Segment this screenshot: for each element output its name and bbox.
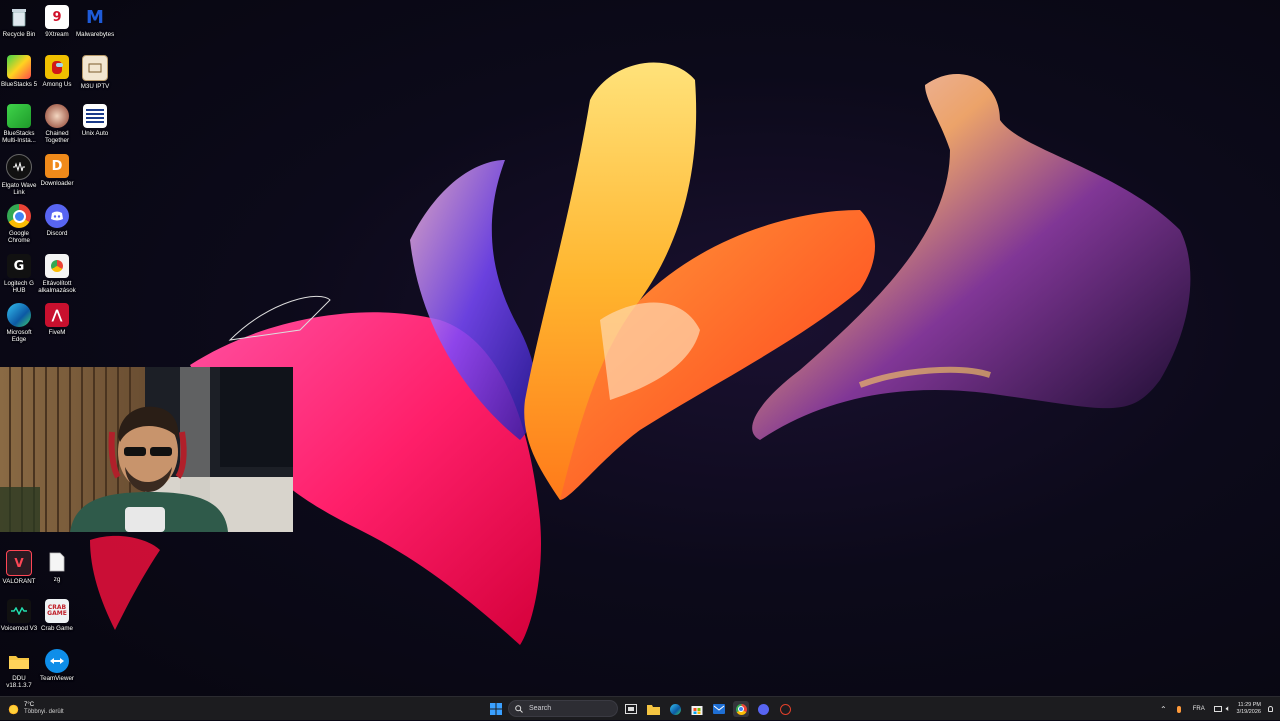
search-icon [515, 704, 523, 713]
desktop-icon-edge[interactable]: Microsoft Edge [0, 303, 38, 343]
elgato-wave-icon [6, 154, 32, 180]
desktop-icon-unix-auto[interactable]: Unix Auto [76, 104, 114, 137]
store-button[interactable] [689, 701, 705, 717]
chrome-taskbar-button[interactable] [733, 701, 749, 717]
among-us-icon [45, 55, 69, 79]
desktop-icon-chrome[interactable]: Google Chrome [0, 204, 38, 244]
fivem-icon: ⋀ [45, 303, 69, 327]
desktop-icon-crab-game[interactable]: CRAB GAME Crab Game [38, 599, 76, 632]
desktop-icon-removed-apps[interactable]: Eltávolított alkalmazások [38, 254, 76, 294]
file-explorer-icon [646, 704, 660, 715]
task-view-icon [625, 704, 637, 714]
desktop-icon-recycle-bin[interactable]: Recycle Bin [0, 5, 38, 38]
task-view-button[interactable] [623, 701, 639, 717]
search-placeholder: Search [529, 705, 552, 712]
start-icon [490, 703, 502, 715]
webcam-overlay [0, 367, 293, 532]
app-taskbar-button[interactable] [777, 701, 793, 717]
desktop-icon-9xtream[interactable]: 9 9Xtream [38, 5, 76, 38]
recycle-bin-icon [7, 5, 31, 29]
downloader-icon: D [45, 154, 69, 178]
taskbar: 7°C Többnyi. derült Search ⌃ FRA 🔈︎ 11:2… [0, 696, 1280, 720]
language-indicator[interactable]: FRA [1193, 706, 1205, 712]
teamviewer-icon [45, 649, 69, 673]
edge-taskbar-button[interactable] [667, 701, 683, 717]
bluestacks-icon [7, 55, 31, 79]
desktop-wallpaper [90, 62, 1191, 645]
malwarebytes-icon: M [86, 6, 104, 28]
edge-icon [669, 703, 681, 715]
chrome-icon [7, 204, 31, 228]
webcam-feed [0, 367, 293, 532]
app-icon [779, 703, 791, 715]
9xtream-icon: 9 [45, 5, 69, 29]
chrome-icon [735, 703, 747, 715]
desktop-icon-downloader[interactable]: D Downloader [38, 154, 76, 187]
clock-time: 11:29 PM [1237, 702, 1261, 708]
discord-taskbar-button[interactable] [755, 701, 771, 717]
weather-sun-icon [8, 703, 19, 715]
desktop-icon-teamviewer[interactable]: TeamViewer [38, 649, 76, 682]
desktop-icon-voicemod[interactable]: Voicemod V3 [0, 599, 38, 632]
weather-widget[interactable]: 7°C Többnyi. derült [8, 699, 64, 719]
desktop-icon-bluestacks[interactable]: BlueStacks 5 [0, 55, 38, 88]
desktop-icon-among-us[interactable]: Among Us [38, 55, 76, 88]
desktop-icon-elgato-wave[interactable]: Elgato Wave Link [0, 154, 38, 196]
weather-temp: 7°C [24, 702, 35, 708]
discord-icon [45, 204, 69, 228]
network-icon[interactable] [1213, 706, 1222, 712]
file-explorer-button[interactable] [645, 701, 661, 717]
clock-date: 3/19/2026 [1236, 709, 1261, 715]
volume-icon[interactable]: 🔈︎ [1226, 704, 1231, 714]
desktop-icon-logitech-ghub[interactable]: G Logitech G HUB [0, 254, 38, 294]
microphone-icon[interactable] [1176, 705, 1181, 713]
mail-icon [713, 704, 725, 714]
m3u-iptv-icon [82, 55, 108, 81]
desktop-icon-bluestacks-multi[interactable]: BlueStacks Multi-Insta... [0, 104, 38, 144]
valorant-icon: V [6, 550, 32, 576]
unix-auto-icon [83, 104, 107, 128]
system-tray: ⌃ FRA 🔈︎ 11:29 PM 3/19/2026 [1160, 697, 1273, 721]
logitech-ghub-icon: G [7, 254, 31, 278]
voicemod-icon [7, 599, 31, 623]
desktop-icon-discord[interactable]: Discord [38, 204, 76, 237]
bluestacks-multi-icon [7, 104, 31, 128]
desktop-icon-ddu-folder[interactable]: DDU v18.1.3.7 [0, 649, 38, 689]
removed-apps-icon [45, 254, 69, 278]
start-button[interactable] [488, 701, 504, 717]
desktop-icon-chained-together[interactable]: Chained Together [38, 104, 76, 144]
tray-overflow-chevron-icon[interactable]: ⌃ [1160, 705, 1167, 714]
weather-description: Többnyi. derült [24, 709, 64, 715]
desktop-icon-zg[interactable]: zg [38, 550, 76, 583]
store-icon [691, 705, 703, 715]
desktop-icon-fivem[interactable]: ⋀ FiveM [38, 303, 76, 336]
mail-button[interactable] [711, 701, 727, 717]
desktop-icon-malwarebytes[interactable]: M Malwarebytes [76, 5, 114, 39]
desktop-icon-valorant[interactable]: V VALORANT [0, 550, 38, 585]
notification-bell-icon[interactable] [1267, 706, 1273, 712]
crab-game-icon: CRAB GAME [45, 599, 69, 623]
edge-icon [7, 303, 31, 327]
folder-icon [7, 649, 31, 673]
clock[interactable]: 11:29 PM 3/19/2026 [1237, 702, 1261, 716]
discord-icon [757, 703, 769, 715]
text-file-icon [45, 550, 69, 574]
taskbar-search-box[interactable]: Search [508, 700, 618, 717]
chained-together-icon [45, 104, 69, 128]
desktop-icon-m3u-iptv[interactable]: M3U IPTV [76, 55, 114, 90]
